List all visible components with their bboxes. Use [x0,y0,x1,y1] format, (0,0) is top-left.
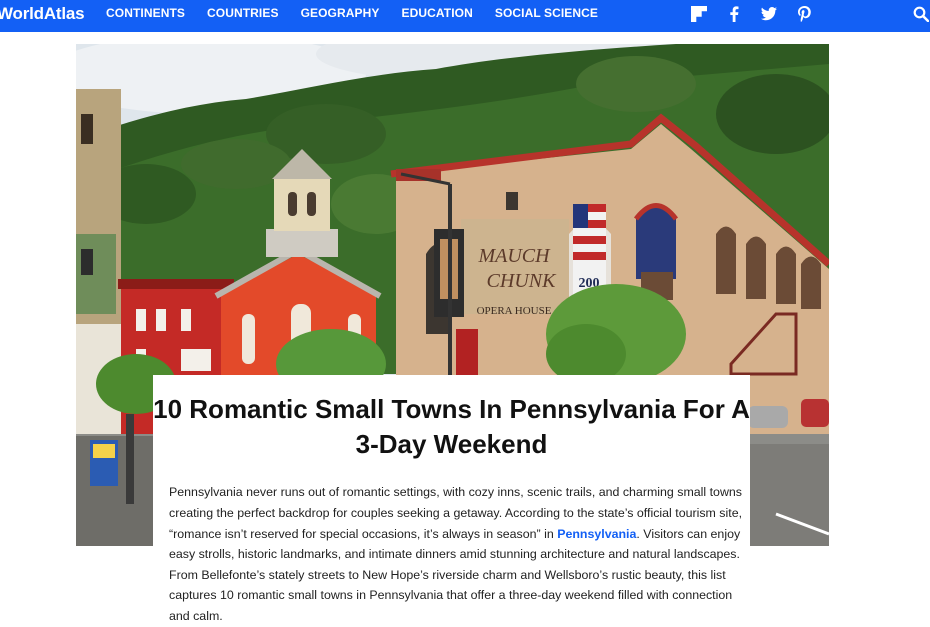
article-intro: Pennsylvania never runs out of romantic … [169,482,745,626]
hero-sign-line1: MAUCH [477,245,551,267]
search-icon[interactable] [913,6,930,23]
main-menu: CONTINENTS COUNTRIES GEOGRAPHY EDUCATION… [106,0,620,32]
nav-link-social-science[interactable]: SOCIAL SCIENCE [495,0,598,32]
facebook-icon[interactable] [725,5,743,23]
article-header-card: 10 Romantic Small Towns In Pennsylvania … [153,375,750,625]
intro-text-part2: . Visitors can enjoy easy strolls, histo… [169,526,741,623]
nav-link-continents[interactable]: CONTINENTS [106,0,185,32]
site-logo[interactable]: WorldAtlas [0,4,85,24]
social-links [690,5,830,23]
nav-link-geography[interactable]: GEOGRAPHY [301,0,380,32]
hero-sign-line3: OPERA HOUSE [477,305,552,317]
article-title: 10 Romantic Small Towns In Pennsylvania … [153,394,750,459]
top-nav-bar: WorldAtlas CONTINENTS COUNTRIES GEOGRAPH… [0,0,930,32]
flipboard-icon[interactable] [690,5,708,23]
pennsylvania-link[interactable]: Pennsylvania [557,527,636,541]
pinterest-icon[interactable] [795,5,813,23]
twitter-icon[interactable] [760,5,778,23]
nav-link-countries[interactable]: COUNTRIES [207,0,279,32]
hero-sign-line2: CHUNK [487,270,558,292]
nav-link-education[interactable]: EDUCATION [402,0,473,32]
